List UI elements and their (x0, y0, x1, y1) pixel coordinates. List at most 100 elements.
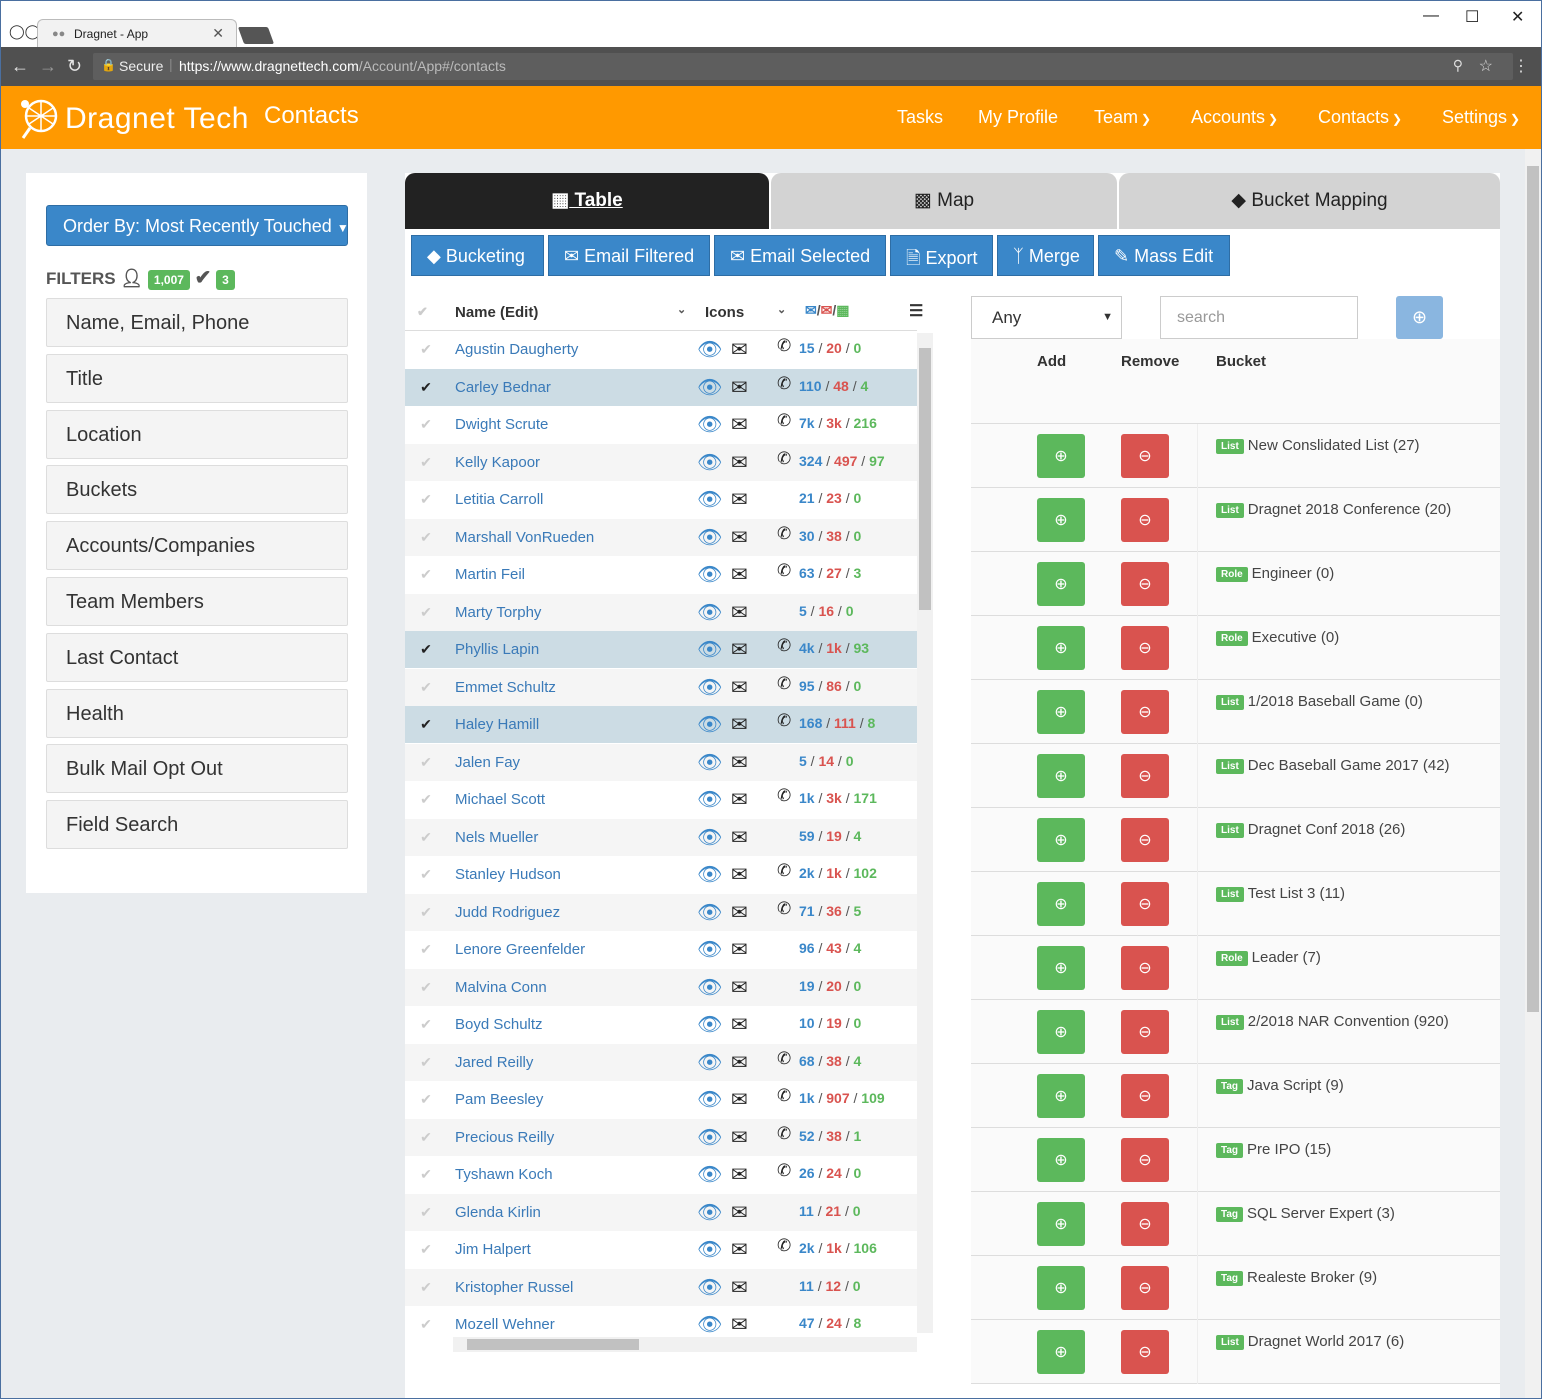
eye-icon[interactable]: 👁︎ (697, 1237, 722, 1262)
contact-name-link[interactable]: Marty Torphy (455, 604, 541, 621)
phone-icon[interactable]: ✆ (777, 524, 791, 544)
bucketing-button[interactable]: ◆ Bucketing (411, 235, 544, 276)
filter-button[interactable]: Team Members (46, 577, 348, 626)
filter-button[interactable]: Accounts/Companies (46, 521, 348, 571)
envelope-icon[interactable]: ✉ (731, 412, 748, 437)
table-row[interactable]: ✔ Kristopher Russel 👁︎ ✉ 11 / 12 / 0 (405, 1268, 917, 1306)
eye-icon[interactable]: 👁︎ (697, 487, 722, 512)
eye-icon[interactable]: 👁︎ (697, 787, 722, 812)
contact-name-link[interactable]: Pam Beesley (455, 1091, 543, 1108)
browser-tab[interactable]: ●● Dragnet - App ✕ (37, 19, 237, 47)
page-scroll-thumb[interactable] (1527, 166, 1539, 1012)
envelope-icon[interactable]: ✉ (731, 675, 748, 700)
contact-name-link[interactable]: Precious Reilly (455, 1129, 554, 1146)
column-menu-icon[interactable]: ☰ (909, 301, 923, 321)
row-check-icon[interactable]: ✔ (405, 1306, 447, 1343)
table-scroll-thumb[interactable] (919, 348, 931, 610)
phone-icon[interactable]: ✆ (777, 899, 791, 919)
contact-name-link[interactable]: Phyllis Lapin (455, 641, 539, 658)
row-check-icon[interactable]: ✔ (405, 1006, 447, 1043)
remove-from-bucket-button[interactable]: ⊖ (1121, 626, 1169, 670)
mass-edit-button[interactable]: ✎ Mass Edit (1098, 235, 1230, 276)
envelope-icon[interactable]: ✉ (731, 1125, 748, 1150)
filter-button[interactable]: Name, Email, Phone (46, 298, 348, 347)
remove-from-bucket-button[interactable]: ⊖ (1121, 690, 1169, 734)
row-check-icon[interactable]: ✔ (405, 1119, 447, 1156)
eye-icon[interactable]: 👁︎ (697, 1200, 722, 1225)
phone-icon[interactable]: ✆ (777, 1236, 791, 1256)
add-to-bucket-button[interactable]: ⊕ (1037, 1266, 1085, 1310)
filter-button[interactable]: Health (46, 688, 348, 738)
remove-from-bucket-button[interactable]: ⊖ (1121, 1266, 1169, 1310)
envelope-icon[interactable]: ✉ (731, 712, 748, 737)
remove-from-bucket-button[interactable]: ⊖ (1121, 1010, 1169, 1054)
eye-icon[interactable]: 👁︎ (697, 975, 722, 1000)
nav-my-profile[interactable]: My Profile (978, 107, 1058, 128)
add-to-bucket-button[interactable]: ⊕ (1037, 946, 1085, 990)
nav-accounts[interactable]: Accounts ❯ (1191, 107, 1278, 128)
add-to-bucket-button[interactable]: ⊕ (1037, 1074, 1085, 1118)
tab-map[interactable]: ▩ Map (771, 173, 1117, 229)
remove-from-bucket-button[interactable]: ⊖ (1121, 1074, 1169, 1118)
table-row[interactable]: ✔ Judd Rodriguez 👁︎ ✉ ✆ 71 / 36 / 5 (405, 893, 917, 931)
envelope-icon[interactable]: ✉ (731, 1012, 748, 1037)
add-to-bucket-button[interactable]: ⊕ (1037, 1330, 1085, 1374)
table-row[interactable]: ✔ Phyllis Lapin 👁︎ ✉ ✆ 4k / 1k / 93 (405, 631, 917, 668)
zoom-icon[interactable]: ⚲ (1453, 57, 1463, 74)
remove-from-bucket-button[interactable]: ⊖ (1121, 1202, 1169, 1246)
envelope-icon[interactable]: ✉ (731, 487, 748, 512)
add-to-bucket-button[interactable]: ⊕ (1037, 1138, 1085, 1182)
table-row[interactable]: ✔ Jim Halpert 👁︎ ✉ ✆ 2k / 1k / 106 (405, 1231, 917, 1268)
table-row[interactable]: ✔ Michael Scott 👁︎ ✉ ✆ 1k / 3k / 171 (405, 781, 917, 818)
table-row[interactable]: ✔ Jalen Fay 👁︎ ✉ 5 / 14 / 0 (405, 743, 917, 781)
eye-icon[interactable]: 👁︎ (697, 1087, 722, 1112)
table-row[interactable]: ✔ Marshall VonRueden 👁︎ ✉ ✆ 30 / 38 / 0 (405, 518, 917, 556)
eye-icon[interactable]: 👁︎ (697, 450, 722, 475)
envelope-icon[interactable]: ✉ (731, 1050, 748, 1075)
contact-name-link[interactable]: Judd Rodriguez (455, 904, 560, 921)
new-tab-button[interactable] (237, 27, 275, 44)
select-all-check-icon[interactable]: ✔ (417, 304, 428, 320)
add-to-bucket-button[interactable]: ⊕ (1037, 754, 1085, 798)
envelope-icon[interactable]: ✉ (731, 1275, 748, 1300)
row-check-icon[interactable]: ✔ (405, 894, 447, 931)
envelope-icon[interactable]: ✉ (731, 825, 748, 850)
remove-from-bucket-button[interactable]: ⊖ (1121, 562, 1169, 606)
contact-name-link[interactable]: Letitia Carroll (455, 491, 543, 508)
eye-icon[interactable]: 👁︎ (697, 712, 722, 737)
phone-icon[interactable]: ✆ (777, 711, 791, 731)
table-row[interactable]: ✔ Nels Mueller 👁︎ ✉ 59 / 19 / 4 (405, 818, 917, 856)
table-row[interactable]: ✔ Precious Reilly 👁︎ ✉ ✆ 52 / 38 / 1 (405, 1118, 917, 1156)
chevron-down-icon[interactable]: ⌄ (677, 303, 686, 316)
eye-icon[interactable]: 👁︎ (697, 1275, 722, 1300)
email-filtered-button[interactable]: ✉ Email Filtered (548, 235, 710, 276)
add-to-bucket-button[interactable]: ⊕ (1037, 626, 1085, 670)
row-check-icon[interactable]: ✔ (405, 331, 447, 368)
row-check-icon[interactable]: ✔ (405, 1156, 447, 1193)
row-check-icon[interactable]: ✔ (405, 1081, 447, 1118)
row-check-icon[interactable]: ✔ (405, 969, 447, 1006)
add-to-bucket-button[interactable]: ⊕ (1037, 498, 1085, 542)
eye-icon[interactable]: 👁︎ (697, 900, 722, 925)
table-row[interactable]: ✔ Dwight Scrute 👁︎ ✉ ✆ 7k / 3k / 216 (405, 406, 917, 443)
filter-button[interactable]: Title (46, 353, 348, 403)
table-row[interactable]: ✔ Agustin Daugherty 👁︎ ✉ ✆ 15 / 20 / 0 (405, 331, 917, 368)
contact-name-link[interactable]: Carley Bednar (455, 379, 551, 396)
row-check-icon[interactable]: ✔ (405, 444, 447, 481)
contact-name-link[interactable]: Martin Feil (455, 566, 525, 583)
table-row[interactable]: ✔ Pam Beesley 👁︎ ✉ ✆ 1k / 907 / 109 (405, 1081, 917, 1118)
remove-from-bucket-button[interactable]: ⊖ (1121, 498, 1169, 542)
nav-settings[interactable]: Settings ❯ (1442, 107, 1520, 128)
tab-close-icon[interactable]: ✕ (212, 25, 224, 42)
add-to-bucket-button[interactable]: ⊕ (1037, 1010, 1085, 1054)
eye-icon[interactable]: 👁︎ (697, 637, 722, 662)
phone-icon[interactable]: ✆ (777, 861, 791, 881)
contact-name-link[interactable]: Kristopher Russel (455, 1279, 573, 1296)
row-check-icon[interactable]: ✔ (405, 1194, 447, 1231)
table-row[interactable]: ✔ Letitia Carroll 👁︎ ✉ 21 / 23 / 0 (405, 481, 917, 518)
table-row[interactable]: ✔ Lenore Greenfelder 👁︎ ✉ 96 / 43 / 4 (405, 931, 917, 968)
envelope-icon[interactable]: ✉ (731, 1237, 748, 1262)
nav-contacts[interactable]: Contacts ❯ (1318, 107, 1402, 128)
phone-icon[interactable]: ✆ (777, 336, 791, 356)
tab-bucket-mapping[interactable]: ◆ Bucket Mapping (1119, 173, 1500, 229)
